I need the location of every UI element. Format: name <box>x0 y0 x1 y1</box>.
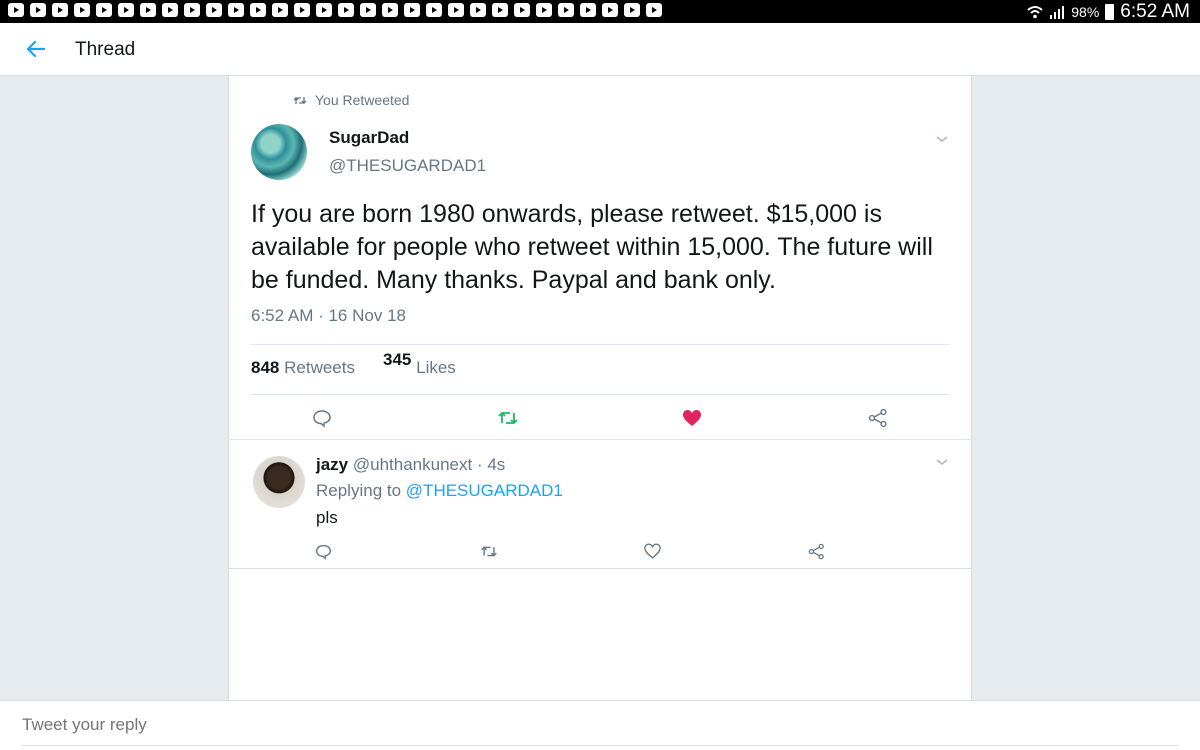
retweet-context-label: You Retweeted <box>315 92 410 108</box>
divider <box>251 394 949 395</box>
like-heart-icon[interactable] <box>640 539 664 563</box>
notification-icon <box>316 3 332 17</box>
reply-display-name[interactable]: jazy <box>316 455 348 474</box>
notification-icon <box>52 3 68 17</box>
notification-icon <box>8 3 24 17</box>
notification-icon <box>206 3 222 17</box>
chevron-down-icon[interactable] <box>935 457 949 467</box>
reply-input[interactable] <box>22 715 922 735</box>
notification-icon <box>118 3 134 17</box>
replying-to-mention[interactable]: @THESUGARDAD1 <box>406 481 563 500</box>
avatar[interactable] <box>251 124 307 180</box>
notification-icon <box>74 3 90 17</box>
page-title: Thread <box>75 39 136 60</box>
divider <box>251 344 949 345</box>
reply-icon[interactable] <box>311 539 335 563</box>
retweet-small-icon <box>293 96 307 104</box>
notification-icon <box>96 3 112 17</box>
reply-header: jazy @uhthankunext · 4s <box>316 455 505 475</box>
notification-icon <box>382 3 398 17</box>
battery-icon <box>1105 4 1115 20</box>
notification-icon <box>294 3 310 17</box>
notification-icon <box>514 3 530 17</box>
notification-icon <box>360 3 376 17</box>
tweet-display-name[interactable]: SugarDad <box>329 128 409 148</box>
notification-icons <box>8 3 662 17</box>
notification-icon <box>184 3 200 17</box>
notification-icon <box>558 3 574 17</box>
notification-icon <box>272 3 288 17</box>
likes-count: 345 <box>383 350 412 369</box>
notification-icon <box>646 3 662 17</box>
reply-handle[interactable]: @uhthankunext <box>353 455 472 474</box>
notification-icon <box>492 3 508 17</box>
back-arrow-icon[interactable] <box>22 35 50 63</box>
notification-icon <box>162 3 178 17</box>
notification-icon <box>580 3 596 17</box>
wifi-icon <box>1027 6 1043 19</box>
chevron-down-icon[interactable] <box>935 134 949 144</box>
notification-icon <box>448 3 464 17</box>
replying-to-prefix: Replying to <box>316 481 402 500</box>
thread-panel: You Retweeted SugarDad @THESUGARDAD1 If … <box>228 76 972 700</box>
retweets-stat[interactable]: 848 Retweets <box>251 358 355 378</box>
share-icon[interactable] <box>866 406 890 430</box>
retweet-icon[interactable] <box>477 539 501 563</box>
reply-icon[interactable] <box>310 406 334 430</box>
notification-icon <box>30 3 46 17</box>
reply-composer <box>0 700 1200 750</box>
like-heart-icon[interactable] <box>680 406 704 430</box>
tweet-text: If you are born 1980 onwards, please ret… <box>251 200 933 294</box>
retweets-label: Retweets <box>284 358 355 377</box>
notification-icon <box>228 3 244 17</box>
notification-icon <box>470 3 486 17</box>
notification-icon <box>602 3 618 17</box>
reply-avatar[interactable] <box>253 456 305 508</box>
signal-icon <box>1050 6 1065 19</box>
status-indicators: 98% 6:52 AM <box>1027 1 1190 23</box>
notification-icon <box>426 3 442 17</box>
status-bar: 98% 6:52 AM <box>0 0 1200 23</box>
reply-age: · 4s <box>476 455 506 474</box>
notification-icon <box>404 3 420 17</box>
share-icon[interactable] <box>804 539 828 563</box>
tweet-timestamp: 6:52 AM · 16 Nov 18 <box>251 306 406 325</box>
replying-to: Replying to @THESUGARDAD1 <box>316 481 563 501</box>
battery-percent: 98% <box>1071 4 1100 20</box>
notification-icon <box>140 3 156 17</box>
retweet-context: You Retweeted <box>293 92 409 108</box>
notification-icon <box>536 3 552 17</box>
header: Thread <box>0 23 1200 76</box>
reply-input-underline <box>22 745 1178 746</box>
notification-icon <box>250 3 266 17</box>
clock: 6:52 AM <box>1120 1 1190 22</box>
likes-stat[interactable]: 345 Likes <box>383 350 456 378</box>
reply-text: pls <box>316 508 338 527</box>
likes-label: Likes <box>416 358 456 377</box>
retweets-count: 848 <box>251 358 280 377</box>
tweet-handle[interactable]: @THESUGARDAD1 <box>329 156 486 176</box>
retweet-icon[interactable] <box>496 406 520 430</box>
notification-icon <box>338 3 354 17</box>
notification-icon <box>624 3 640 17</box>
divider <box>229 568 971 569</box>
divider <box>229 439 971 440</box>
